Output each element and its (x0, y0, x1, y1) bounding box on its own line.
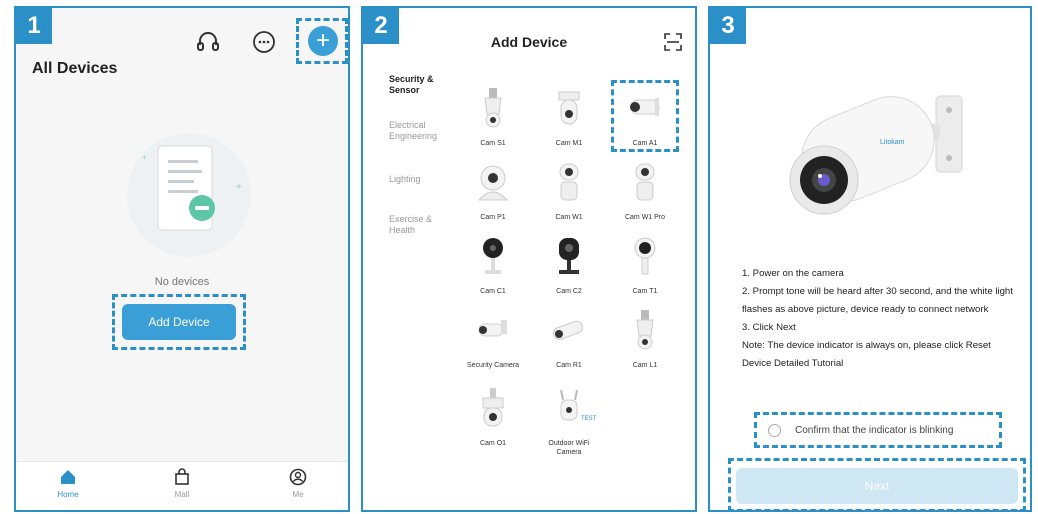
indoor-camera-icon (559, 163, 579, 201)
add-device-button[interactable]: Add Device (122, 304, 236, 340)
category-electrical-engineering[interactable]: Electrical Engineering (389, 120, 449, 142)
plus-icon[interactable]: + (308, 26, 338, 56)
device-label: Cam M1 (555, 140, 583, 147)
bulb-camera-icon (484, 88, 502, 128)
device-security-camera[interactable]: Security Camera (457, 308, 529, 370)
device-label: Cam R1 (556, 362, 582, 369)
device-label: Cam P1 (480, 214, 506, 221)
scan-icon[interactable] (663, 32, 683, 52)
setup-instructions: 1. Power on the camera 2. Prompt tone wi… (742, 265, 1014, 373)
camera-illustration: Litokam (789, 95, 963, 215)
screen-add-device: 2 Add Device Security & Sensor Electrica… (361, 6, 697, 512)
device-label: Cam O1 (479, 440, 507, 447)
device-label: Outdoor WiFi Camera (548, 440, 590, 456)
instruction-note: Note: The device indicator is always on,… (742, 340, 991, 369)
tab-mall[interactable]: Mall (152, 468, 212, 499)
radio-circle-icon[interactable] (768, 424, 781, 437)
tab-mall-label: Mall (174, 490, 190, 499)
outdoor-wifi-camera-icon (560, 389, 578, 421)
screen-all-devices: 1 All Devices + + + No devices Add Devic… (14, 6, 350, 512)
test-tag: TEST (581, 416, 597, 422)
device-label: Cam W1 Pro (624, 214, 666, 221)
tab-home-label: Home (57, 490, 79, 499)
instruction-2: 2. Prompt tone will be heard after 30 se… (742, 286, 1013, 315)
device-label: Cam T1 (632, 288, 658, 295)
device-cam-w1[interactable]: Cam W1 (533, 160, 605, 222)
step-badge-1: 1 (16, 8, 52, 44)
device-cam-p1[interactable]: Cam P1 (457, 160, 529, 222)
next-button[interactable]: Next (736, 468, 1018, 504)
user-icon (289, 468, 307, 486)
bullet-camera-icon (553, 320, 584, 340)
mini-camera-icon (634, 237, 656, 275)
category-security-sensor[interactable]: Security & Sensor (389, 74, 449, 96)
bullet-camera-icon (630, 98, 660, 116)
shopping-bag-icon (175, 468, 189, 485)
tab-me[interactable]: Me (268, 468, 328, 499)
chat-bubble-icon[interactable] (250, 28, 278, 56)
headset-icon[interactable] (194, 28, 222, 56)
pan-tilt-camera-icon (477, 165, 509, 201)
device-label: Cam C1 (480, 288, 506, 295)
device-label: Cam S1 (480, 140, 506, 147)
device-cam-o1[interactable]: Cam O1 (457, 386, 529, 448)
page-title: All Devices (32, 60, 118, 77)
category-lighting[interactable]: Lighting (389, 174, 449, 185)
device-cam-c2[interactable]: Cam C2 (533, 234, 605, 296)
instruction-1: 1. Power on the camera (742, 268, 844, 279)
bulb-camera-icon (636, 310, 654, 350)
security-camera-icon (478, 320, 507, 337)
device-label: Cam C2 (556, 288, 582, 295)
empty-document-icon: + + (127, 133, 251, 257)
device-label: Cam L1 (632, 362, 658, 369)
confirm-checkbox-row[interactable]: Confirm that the indicator is blinking (768, 424, 953, 437)
device-cam-l1[interactable]: Cam L1 (609, 308, 681, 370)
instruction-3: 3. Click Next (742, 322, 796, 333)
category-exercise-health[interactable]: Exercise & Health (389, 214, 449, 236)
device-cam-s1[interactable]: Cam S1 (457, 86, 529, 148)
svg-text:+: + (236, 182, 242, 193)
device-cam-a1[interactable]: Cam A1 (609, 86, 681, 148)
screen-device-setup: 3 Litokam 1. Power on the camera 2. Prom… (708, 6, 1032, 512)
indoor-camera-pro-icon (635, 163, 655, 201)
step-badge-3: 3 (710, 8, 746, 44)
dome-camera-icon (558, 91, 580, 125)
tab-me-label: Me (292, 490, 304, 499)
camera-brand-label: Litokam (880, 139, 905, 146)
confirm-label: Confirm that the indicator is blinking (795, 425, 954, 437)
device-cam-w1-pro[interactable]: Cam W1 Pro (609, 160, 681, 222)
device-cam-m1[interactable]: Cam M1 (533, 86, 605, 148)
page-title: Add Device (490, 34, 568, 50)
home-icon (61, 470, 75, 484)
svg-text:+: + (142, 153, 147, 162)
device-cam-c1[interactable]: Cam C1 (457, 234, 529, 296)
device-cam-t1[interactable]: Cam T1 (609, 234, 681, 296)
device-label: Cam W1 (555, 214, 583, 221)
bottom-tab-bar: Home Mall Me (16, 461, 348, 510)
device-cam-r1[interactable]: Cam R1 (533, 308, 605, 370)
device-outdoor-wifi-camera[interactable]: TEST Outdoor WiFi Camera (533, 386, 605, 457)
mini-camera-icon (483, 238, 503, 274)
device-label: Cam A1 (632, 140, 658, 147)
tab-home[interactable]: Home (38, 468, 98, 499)
outdoor-ptz-camera-icon (482, 388, 504, 427)
empty-state-text: No devices (154, 276, 210, 288)
mini-camera-icon (559, 238, 579, 274)
device-label: Security Camera (466, 362, 520, 369)
